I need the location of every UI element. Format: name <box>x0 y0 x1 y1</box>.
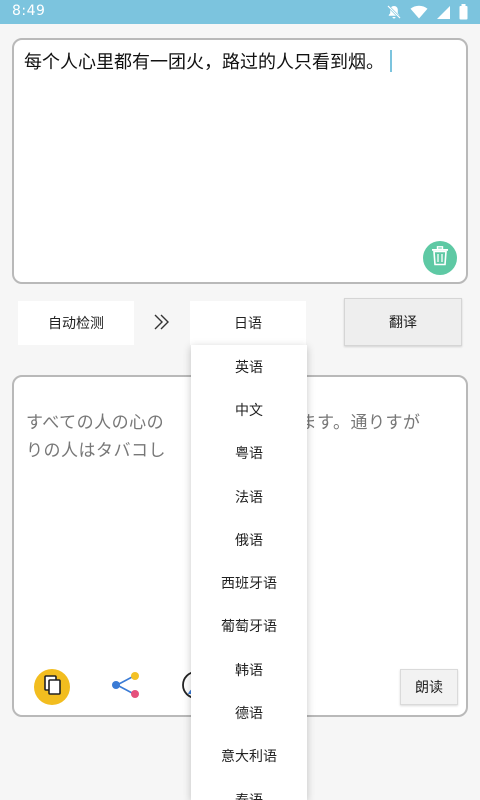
dropdown-option-portuguese[interactable]: 葡萄牙语 <box>191 605 307 648</box>
target-language-dropdown: 英语 中文 粤语 法语 俄语 西班牙语 葡萄牙语 韩语 德语 意大利语 泰语 <box>191 345 307 800</box>
copy-icon <box>41 674 63 700</box>
target-language-selector[interactable]: 日语 <box>190 301 306 345</box>
dropdown-option-french[interactable]: 法语 <box>191 475 307 518</box>
source-language-selector[interactable]: 自动检测 <box>18 301 134 345</box>
dropdown-option-korean[interactable]: 韩语 <box>191 648 307 691</box>
dropdown-option-cantonese[interactable]: 粤语 <box>191 432 307 475</box>
dropdown-option-spanish[interactable]: 西班牙语 <box>191 561 307 604</box>
wifi-icon <box>410 5 428 19</box>
translation-line-1-start: すべての人の心の <box>26 413 165 433</box>
status-icons <box>386 4 468 20</box>
language-bar: 自动检测 日语 翻译 <box>0 297 480 347</box>
dropdown-option-italian[interactable]: 意大利语 <box>191 735 307 778</box>
dropdown-option-thai[interactable]: 泰语 <box>191 778 307 800</box>
double-chevron-right-icon <box>150 311 176 333</box>
dropdown-option-german[interactable]: 德语 <box>191 691 307 734</box>
text-caret <box>390 50 392 72</box>
clear-button[interactable] <box>423 241 457 275</box>
share-button[interactable] <box>108 669 144 705</box>
share-icon <box>109 670 143 704</box>
battery-icon <box>459 4 468 20</box>
mute-icon <box>386 4 402 20</box>
trash-icon <box>431 246 449 270</box>
source-text[interactable]: 每个人心里都有一团火，路过的人只看到烟。 <box>24 50 454 76</box>
status-time: 8:49 <box>12 3 46 19</box>
signal-icon <box>436 5 451 20</box>
status-bar: 8:49 <box>0 0 480 24</box>
dropdown-option-chinese[interactable]: 中文 <box>191 388 307 431</box>
source-text-area[interactable]: 每个人心里都有一团火，路过的人只看到烟。 <box>12 38 468 284</box>
copy-button[interactable] <box>34 669 70 705</box>
source-text-content: 每个人心里都有一团火，路过的人只看到烟。 <box>24 52 384 73</box>
dropdown-option-english[interactable]: 英语 <box>191 345 307 388</box>
read-aloud-button[interactable]: 朗读 <box>400 669 458 705</box>
translate-button[interactable]: 翻译 <box>344 298 462 346</box>
dropdown-option-russian[interactable]: 俄语 <box>191 518 307 561</box>
